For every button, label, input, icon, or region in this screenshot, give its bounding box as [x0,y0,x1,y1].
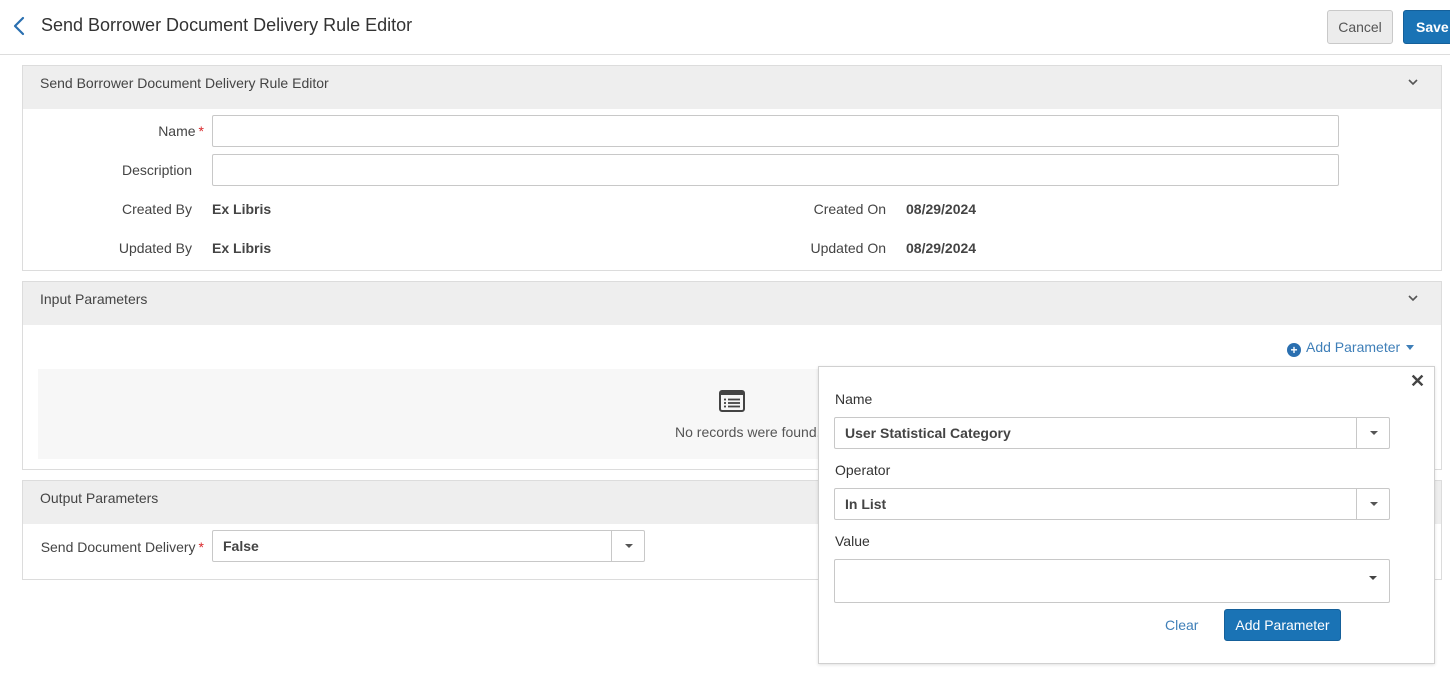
output-parameters-title: Output Parameters [40,490,159,506]
popup-name-select[interactable]: User Statistical Category [834,417,1390,449]
general-section-header[interactable]: Send Borrower Document Delivery Rule Edi… [23,66,1441,109]
page-title: Send Borrower Document Delivery Rule Edi… [41,15,413,35]
required-marker: * [198,123,204,139]
close-icon[interactable]: ✕ [1410,371,1425,392]
chevron-down-icon[interactable] [1407,294,1419,302]
general-section-title: Send Borrower Document Delivery Rule Edi… [40,75,329,91]
plus-circle-icon: + [1287,343,1301,357]
popup-value-select[interactable] [834,559,1390,603]
input-parameters-title: Input Parameters [40,291,148,307]
created-by-value: Ex Libris [212,201,272,217]
created-by-label: Created By [121,201,192,217]
dropdown-toggle[interactable] [611,531,644,561]
caret-down-icon [1406,345,1415,350]
caret-down-icon [625,544,633,548]
caret-down-icon [1370,431,1378,435]
popup-value-label: Value [835,533,870,549]
list-icon [719,390,745,412]
page-header: Send Borrower Document Delivery Rule Edi… [0,0,1450,55]
add-parameter-popup: ✕ Name User Statistical Category Operato… [818,366,1435,664]
popup-operator-select[interactable]: In List [834,488,1390,520]
add-parameter-button[interactable]: Add Parameter [1224,609,1341,641]
created-on-label: Created On [813,201,886,217]
general-section: Send Borrower Document Delivery Rule Edi… [22,65,1442,271]
description-label: Description [121,162,192,178]
name-input[interactable] [212,115,1339,147]
add-parameter-dropdown[interactable]: + Add Parameter [1287,339,1415,357]
chevron-down-icon[interactable] [1407,78,1419,86]
caret-down-icon[interactable] [1369,576,1377,580]
send-document-delivery-value: False [223,538,259,554]
dropdown-toggle[interactable] [1356,489,1389,519]
send-document-delivery-select[interactable]: False [212,530,645,562]
required-marker: * [198,539,204,555]
name-label: Name * [83,123,204,139]
empty-message: No records were found. [675,424,821,440]
updated-on-label: Updated On [810,240,887,256]
back-arrow-icon[interactable] [10,14,30,38]
send-document-delivery-label-text: Send Document Delivery [40,539,196,555]
caret-down-icon [1370,502,1378,506]
add-parameter-link-label: Add Parameter [1306,339,1401,355]
popup-operator-value: In List [845,496,887,512]
updated-on-value: 08/29/2024 [906,240,977,256]
dropdown-toggle[interactable] [1356,418,1389,448]
send-document-delivery-label: Send Document Delivery * [33,539,204,555]
updated-by-value: Ex Libris [212,240,272,256]
clear-button[interactable]: Clear [1165,617,1198,633]
popup-operator-label: Operator [835,462,891,478]
name-label-text: Name [158,123,196,139]
popup-name-value: User Statistical Category [845,425,1011,441]
popup-name-label: Name [835,391,873,407]
description-input[interactable] [212,154,1339,186]
cancel-button[interactable]: Cancel [1327,10,1393,44]
created-on-value: 08/29/2024 [906,201,977,217]
updated-by-label: Updated By [118,240,192,256]
save-button[interactable]: Save [1403,10,1450,44]
input-parameters-header[interactable]: Input Parameters [23,282,1441,325]
